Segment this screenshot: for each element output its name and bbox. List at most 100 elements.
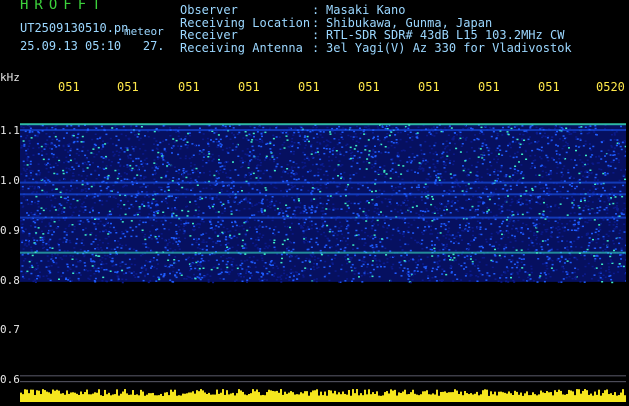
- level-bar-sample: [132, 390, 134, 402]
- level-bar-sample: [226, 390, 228, 402]
- level-bar-sample: [376, 391, 378, 402]
- level-bar-sample: [100, 395, 102, 402]
- level-bar-sample: [124, 389, 126, 402]
- level-bar-sample: [88, 394, 90, 402]
- level-bar-sample: [392, 391, 394, 402]
- level-bar-sample: [30, 390, 32, 402]
- level-bar-sample: [50, 394, 52, 402]
- level-bar-sample: [78, 395, 80, 402]
- level-bar-sample: [518, 395, 520, 402]
- level-bar-sample: [534, 394, 536, 402]
- level-bar-sample: [480, 394, 482, 402]
- level-bar-sample: [102, 396, 104, 402]
- level-bar-sample: [336, 394, 338, 402]
- level-bar-sample: [350, 396, 352, 402]
- level-bar-sample: [90, 394, 92, 402]
- level-bar-sample: [578, 389, 580, 402]
- level-bar-sample: [456, 391, 458, 402]
- level-bar-sample: [180, 396, 182, 402]
- level-bar-sample: [502, 392, 504, 402]
- spectrogram: [20, 95, 626, 387]
- level-bar-sample: [474, 394, 476, 402]
- carrier-line: [20, 129, 626, 131]
- level-bar-sample: [452, 392, 454, 402]
- level-bar-sample: [580, 394, 582, 402]
- level-bar-sample: [428, 394, 430, 402]
- level-bar-sample: [434, 395, 436, 402]
- level-bar-sample: [268, 390, 270, 402]
- level-bar-sample: [436, 390, 438, 402]
- frequency-tick-label: 0.7: [0, 323, 20, 336]
- level-bar-sample: [554, 390, 556, 402]
- level-bar-sample: [22, 394, 24, 402]
- level-bar-sample: [366, 394, 368, 402]
- level-bar-sample: [286, 394, 288, 402]
- level-bar-sample: [304, 391, 306, 402]
- level-bar-sample: [356, 389, 358, 402]
- level-bar-sample: [250, 393, 252, 402]
- level-bar-sample: [368, 389, 370, 402]
- level-bar-sample: [246, 395, 248, 402]
- level-bar-sample: [42, 389, 44, 402]
- level-bar-sample: [380, 396, 382, 402]
- frequency-tick-label: 0.8: [0, 274, 20, 287]
- level-bar-sample: [68, 394, 70, 402]
- level-bar-sample: [182, 394, 184, 402]
- carrier-line: [20, 217, 626, 219]
- level-bar-sample: [438, 396, 440, 402]
- level-bar-sample: [264, 395, 266, 402]
- level-bar-sample: [378, 396, 380, 402]
- level-bar-sample: [372, 392, 374, 402]
- level-bar-sample: [28, 393, 30, 402]
- level-bar-sample: [576, 389, 578, 402]
- station-values: Masaki Kano Shibukawa, Gunma, Japan RTL-…: [326, 4, 572, 54]
- station-colons: : : : :: [312, 4, 319, 54]
- spectrogram-canvas: [20, 95, 626, 387]
- level-bar-sample: [556, 392, 558, 402]
- file-name: UT2509130510.pn: [20, 22, 128, 34]
- level-bar-sample: [498, 392, 500, 402]
- level-bar-sample: [164, 393, 166, 402]
- level-bar-sample: [508, 391, 510, 402]
- level-bar-sample: [354, 393, 356, 402]
- level-bar-sample: [184, 394, 186, 402]
- level-bar-sample: [160, 394, 162, 402]
- level-bar-sample: [82, 394, 84, 402]
- level-bar-sample: [224, 395, 226, 402]
- carrier-line: [20, 182, 626, 184]
- carrier-line: [20, 123, 626, 125]
- level-bar-sample: [38, 391, 40, 402]
- level-bar-sample: [314, 390, 316, 402]
- level-bar-sample: [608, 394, 610, 402]
- header-panel: HROFFT UT2509130510.pn meteor 25.09.13 0…: [0, 0, 629, 70]
- level-bar-sample: [514, 391, 516, 402]
- level-bar-sample: [92, 394, 94, 402]
- level-bar-sample: [546, 391, 548, 402]
- level-bar-sample: [238, 389, 240, 402]
- level-bar-sample: [344, 394, 346, 402]
- level-bar-sample: [450, 392, 452, 402]
- level-bar-sample: [152, 393, 154, 402]
- level-bar-sample: [410, 392, 412, 402]
- level-bar-sample: [106, 394, 108, 402]
- level-bar-sample: [134, 395, 136, 402]
- time-tick-label: 051: [178, 80, 200, 94]
- level-bar-sample: [32, 390, 34, 402]
- level-bar-sample: [216, 390, 218, 402]
- level-bar-sample: [196, 390, 198, 402]
- frequency-tick-label: 0.6: [0, 373, 20, 386]
- frequency-unit: kHz: [0, 72, 20, 84]
- level-bar-sample: [506, 394, 508, 402]
- date-value: 25.09.13 05:10: [20, 39, 121, 53]
- level-bar-sample: [186, 393, 188, 402]
- level-bar-sample: [418, 395, 420, 402]
- level-bar-sample: [298, 394, 300, 402]
- date-time: 25.09.13 05:10 27.: [20, 40, 165, 52]
- level-bar-sample: [586, 390, 588, 402]
- level-bar-sample: [292, 392, 294, 402]
- level-bar-sample: [620, 393, 622, 402]
- level-bar-sample: [596, 395, 598, 402]
- level-bar-sample: [420, 394, 422, 402]
- level-bar-sample: [478, 395, 480, 402]
- level-bar-sample: [440, 392, 442, 402]
